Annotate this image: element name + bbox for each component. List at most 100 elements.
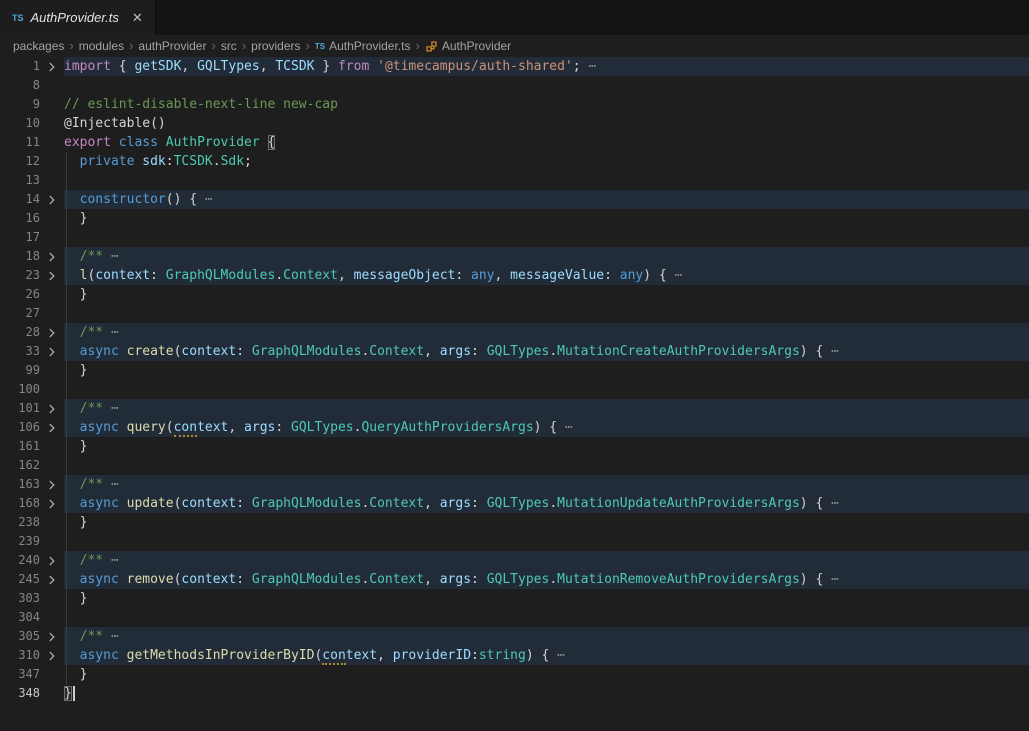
editor[interactable]: 1import { getSDK, GQLTypes, TCSDK } from…	[0, 57, 1029, 731]
code-line[interactable]: 163 /** ⋯	[0, 475, 1029, 494]
code-line[interactable]: 161 }	[0, 437, 1029, 456]
code-line[interactable]: 33 async create(context: GraphQLModules.…	[0, 342, 1029, 361]
code-line[interactable]: 18 /** ⋯	[0, 247, 1029, 266]
code-line[interactable]: 11export class AuthProvider {	[0, 133, 1029, 152]
code-text: async update(context: GraphQLModules.Con…	[64, 494, 1029, 513]
code-line[interactable]: 14 constructor() { ⋯	[0, 190, 1029, 209]
fold-chevron-icon[interactable]	[40, 323, 64, 342]
code-text: /** ⋯	[64, 323, 1029, 342]
gutter-spacer	[40, 456, 64, 475]
code-line[interactable]: 99 }	[0, 361, 1029, 380]
fold-chevron-icon[interactable]	[40, 190, 64, 209]
code-text: }	[64, 589, 1029, 608]
code-line[interactable]: 168 async update(context: GraphQLModules…	[0, 494, 1029, 513]
line-number: 10	[0, 114, 40, 133]
code-line[interactable]: 23 l(context: GraphQLModules.Context, me…	[0, 266, 1029, 285]
breadcrumb-label: providers	[251, 39, 300, 53]
breadcrumb-item-providers[interactable]: providers	[251, 39, 300, 53]
breadcrumb-item-packages[interactable]: packages	[13, 39, 64, 53]
gutter-spacer	[40, 152, 64, 171]
code-text: async query(context, args: GQLTypes.Quer…	[64, 418, 1029, 437]
chevron-right-icon: ›	[415, 38, 419, 53]
code-line[interactable]: 101 /** ⋯	[0, 399, 1029, 418]
code-text: export class AuthProvider {	[64, 133, 1029, 152]
breadcrumb-item-authprovider[interactable]: authProvider	[138, 39, 206, 53]
breadcrumb-item-authprovider[interactable]: AuthProvider	[425, 39, 511, 53]
code-line[interactable]: 17	[0, 228, 1029, 247]
fold-chevron-icon[interactable]	[40, 627, 64, 646]
code-line[interactable]: 8	[0, 76, 1029, 95]
breadcrumb-label: authProvider	[138, 39, 206, 53]
line-number: 239	[0, 532, 40, 551]
code-text: import { getSDK, GQLTypes, TCSDK } from …	[64, 57, 1029, 76]
breadcrumb-item-src[interactable]: src	[221, 39, 237, 53]
fold-chevron-icon[interactable]	[40, 570, 64, 589]
line-number: 161	[0, 437, 40, 456]
code-line[interactable]: 310 async getMethodsInProviderByID(conte…	[0, 646, 1029, 665]
code-line[interactable]: 26 }	[0, 285, 1029, 304]
breadcrumb-item-authprovider-ts[interactable]: TSAuthProvider.ts	[315, 39, 411, 53]
fold-chevron-icon[interactable]	[40, 646, 64, 665]
line-number: 162	[0, 456, 40, 475]
code-line[interactable]: 16 }	[0, 209, 1029, 228]
code-line[interactable]: 10@Injectable()	[0, 114, 1029, 133]
code-line[interactable]: 304	[0, 608, 1029, 627]
code-line[interactable]: 347 }	[0, 665, 1029, 684]
code-line[interactable]: 100	[0, 380, 1029, 399]
close-icon[interactable]: ✕	[132, 11, 143, 24]
code-text: /** ⋯	[64, 475, 1029, 494]
code-text: }	[64, 684, 1029, 703]
code-line[interactable]: 106 async query(context, args: GQLTypes.…	[0, 418, 1029, 437]
code-line[interactable]: 13	[0, 171, 1029, 190]
tab-authprovider[interactable]: TS AuthProvider.ts ✕	[0, 0, 156, 35]
line-number: 28	[0, 323, 40, 342]
indent-guide	[66, 152, 67, 684]
code-line[interactable]: 162	[0, 456, 1029, 475]
code-line[interactable]: 245 async remove(context: GraphQLModules…	[0, 570, 1029, 589]
gutter-spacer	[40, 361, 64, 380]
fold-chevron-icon[interactable]	[40, 418, 64, 437]
line-number: 23	[0, 266, 40, 285]
breadcrumb-label: src	[221, 39, 237, 53]
code-area[interactable]: 1import { getSDK, GQLTypes, TCSDK } from…	[0, 57, 1029, 703]
fold-chevron-icon[interactable]	[40, 266, 64, 285]
code-text: /** ⋯	[64, 399, 1029, 418]
fold-chevron-icon[interactable]	[40, 399, 64, 418]
code-text: /** ⋯	[64, 247, 1029, 266]
breadcrumb-item-modules[interactable]: modules	[79, 39, 124, 53]
line-number: 14	[0, 190, 40, 209]
code-line[interactable]: 238 }	[0, 513, 1029, 532]
fold-chevron-icon[interactable]	[40, 494, 64, 513]
fold-chevron-icon[interactable]	[40, 551, 64, 570]
fold-chevron-icon[interactable]	[40, 475, 64, 494]
code-text: // eslint-disable-next-line new-cap	[64, 95, 1029, 114]
code-line[interactable]: 27	[0, 304, 1029, 323]
code-line[interactable]: 240 /** ⋯	[0, 551, 1029, 570]
code-text: }	[64, 361, 1029, 380]
code-text	[64, 456, 1029, 475]
code-line[interactable]: 9// eslint-disable-next-line new-cap	[0, 95, 1029, 114]
code-line[interactable]: 1import { getSDK, GQLTypes, TCSDK } from…	[0, 57, 1029, 76]
code-line[interactable]: 305 /** ⋯	[0, 627, 1029, 646]
code-text: l(context: GraphQLModules.Context, messa…	[64, 266, 1029, 285]
gutter-spacer	[40, 133, 64, 152]
chevron-right-icon: ›	[129, 38, 133, 53]
chevron-right-icon: ›	[306, 38, 310, 53]
code-line[interactable]: 348}	[0, 684, 1029, 703]
code-line[interactable]: 303 }	[0, 589, 1029, 608]
gutter-spacer	[40, 285, 64, 304]
code-line[interactable]: 12 private sdk:TCSDK.Sdk;	[0, 152, 1029, 171]
fold-chevron-icon[interactable]	[40, 57, 64, 76]
fold-chevron-icon[interactable]	[40, 342, 64, 361]
fold-chevron-icon[interactable]	[40, 247, 64, 266]
gutter-spacer	[40, 95, 64, 114]
code-line[interactable]: 239	[0, 532, 1029, 551]
chevron-right-icon: ›	[69, 38, 73, 53]
code-text	[64, 171, 1029, 190]
line-number: 99	[0, 361, 40, 380]
line-number: 101	[0, 399, 40, 418]
code-text: }	[64, 209, 1029, 228]
code-text: async create(context: GraphQLModules.Con…	[64, 342, 1029, 361]
line-number: 347	[0, 665, 40, 684]
code-line[interactable]: 28 /** ⋯	[0, 323, 1029, 342]
